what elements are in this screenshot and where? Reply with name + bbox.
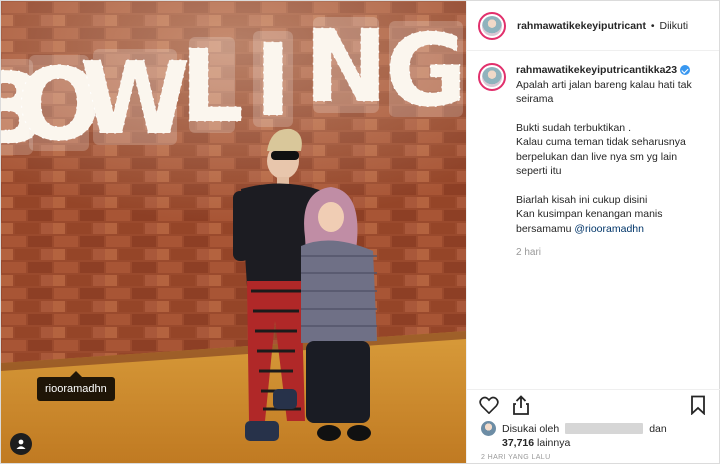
- caption-last-line: bersamamu @riooramadhn: [516, 222, 644, 235]
- sign-letter: N: [304, 8, 389, 126]
- caption-paragraph-2: Bukti sudah terbuktikan . Kalau cuma tema…: [516, 121, 712, 179]
- caption-body: rahmawatikekeyiputricantikka23 Apalah ar…: [516, 63, 712, 261]
- caption-time: 2 hari: [516, 247, 542, 258]
- post-header: rahmawatikekeyiputricant • Diikuti: [467, 1, 719, 51]
- blurred-username: [565, 423, 644, 434]
- caption-username[interactable]: rahmawatikekeyiputricantikka23: [516, 63, 691, 78]
- sign-letter-text: I: [254, 22, 291, 139]
- liked-by-label: Disukai oleh: [502, 422, 560, 435]
- sign-letter: G: [384, 12, 466, 130]
- header-separator: •: [650, 19, 655, 32]
- sign-letter-text: N: [304, 8, 388, 125]
- action-bar: [467, 389, 720, 419]
- heart-icon[interactable]: [477, 393, 501, 417]
- caption-line: seperti itu: [516, 165, 562, 177]
- person-silhouette-icon: [16, 439, 26, 449]
- caption-line: Bukti sudah terbuktikan .: [516, 121, 631, 134]
- header-username[interactable]: rahmawatikekeyiputricant: [517, 20, 646, 32]
- post-side-panel: rahmawatikekeyiputricant • Diikuti rahma…: [466, 1, 720, 463]
- sign-letter: I: [253, 22, 293, 140]
- caption-line: Kalau cuma teman tidak seharusnya: [516, 136, 686, 148]
- share-icon[interactable]: [509, 393, 533, 417]
- user-tag-icon[interactable]: [10, 433, 32, 455]
- caption-line: Biarlah kisah ini cukup disini: [516, 193, 648, 206]
- follow-status-button[interactable]: Diikuti: [660, 20, 689, 32]
- sign-letter-text: W: [80, 40, 190, 157]
- caption-area: rahmawatikekeyiputricantikka23 Apalah ar…: [467, 63, 720, 261]
- post-photo[interactable]: BOWLING riooramadhn: [1, 1, 466, 463]
- sign-letter: L: [180, 28, 245, 146]
- sign-letter: W: [79, 40, 190, 158]
- verified-badge-icon: [680, 65, 691, 76]
- sign-letter-text: L: [180, 28, 244, 145]
- likes-count[interactable]: 37,716 lainnya: [481, 436, 711, 450]
- caption-avatar[interactable]: [478, 63, 506, 91]
- caption-line: Apalah arti jalan bareng kalau hati tak: [516, 78, 692, 91]
- likes-and-label: dan: [649, 422, 667, 435]
- author-avatar[interactable]: [478, 11, 506, 40]
- user-tag-bubble[interactable]: riooramadhn: [37, 371, 115, 401]
- sign-letter-text: G: [385, 12, 466, 129]
- liker-avatar[interactable]: [481, 421, 496, 436]
- caption-line: Kan kusimpan kenangan manis: [516, 208, 663, 220]
- likes-section: Disukai oleh dan 37,716 lainnya: [481, 421, 711, 450]
- caption-paragraph-1: Apalah arti jalan bareng kalau hati tak s…: [516, 78, 712, 107]
- mention-link[interactable]: @riooramadhn: [574, 223, 644, 235]
- caption-paragraph-3: Biarlah kisah ini cukup disini Kan kusimp…: [516, 193, 712, 222]
- post-timestamp: 2 HARI YANG LALU: [481, 454, 551, 461]
- caption-line: seirama: [516, 93, 554, 105]
- bookmark-icon[interactable]: [686, 393, 710, 417]
- caption-line: berpelukan dan live nya sm yg lain: [516, 150, 678, 163]
